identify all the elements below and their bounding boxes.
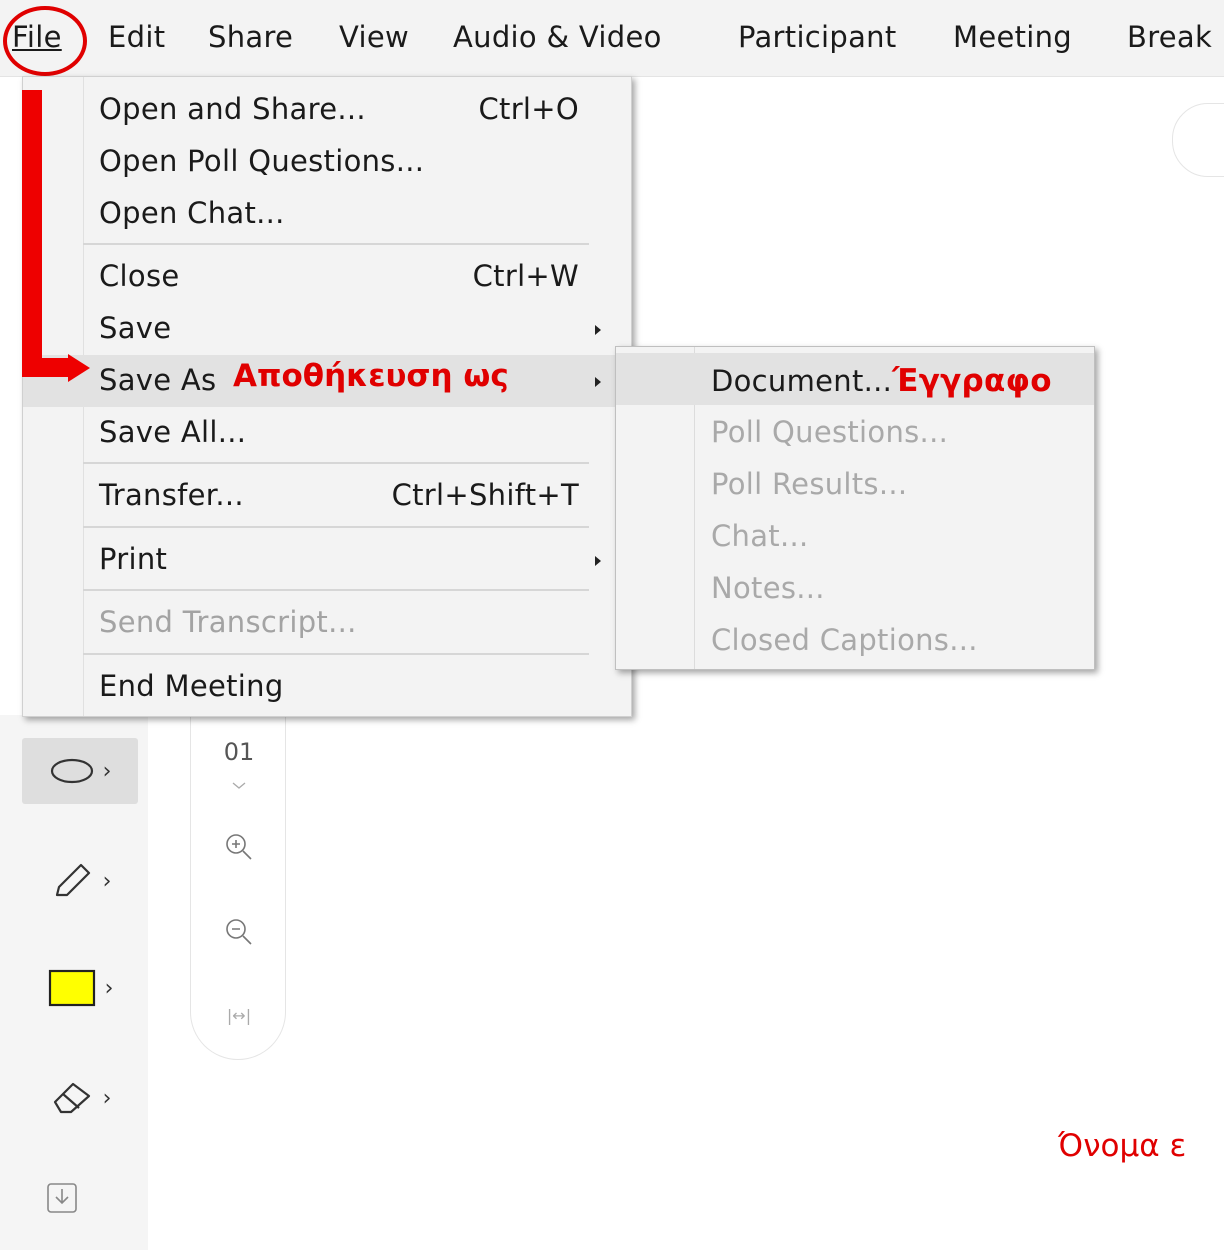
fit-width-button[interactable]: |↔| [191, 1006, 287, 1025]
document-label: Document... [711, 364, 893, 398]
menu-item-label: Open Poll Questions... [99, 144, 425, 178]
eraser-icon [53, 1082, 90, 1114]
menu-item-open-chat[interactable]: Open Chat... [23, 188, 631, 240]
menu-edit[interactable]: Edit [108, 20, 165, 54]
chevron-right-icon: › [104, 975, 114, 1001]
submenu-item-poll-results: Poll Results... [616, 457, 1094, 509]
annotation-toolbar: › › › › [0, 715, 148, 1250]
save-annotations-button[interactable] [22, 1165, 102, 1231]
submenu-arrow-icon [595, 556, 601, 566]
menu-bar: File Edit Share View Audio & Video Parti… [0, 0, 1224, 77]
submenu-item-label: Poll Results... [711, 467, 908, 501]
page-down-button[interactable] [191, 776, 287, 795]
submenu-item-notes: Notes... [616, 561, 1094, 613]
zoom-out-icon [226, 919, 252, 945]
chevron-right-icon: › [102, 1085, 112, 1111]
ellipse-tool[interactable]: › [22, 738, 138, 804]
menu-view[interactable]: View [339, 20, 409, 54]
chevron-right-icon: › [102, 868, 112, 894]
submenu-item-document[interactable]: Document...Έγγραφο [616, 353, 1094, 405]
menu-item-label: Save All... [99, 415, 247, 449]
chevron-right-icon: › [102, 758, 112, 784]
menu-separator [83, 653, 589, 655]
menu-item-open-and-share[interactable]: Open and Share... Ctrl+O [23, 84, 631, 136]
submenu-item-closed-captions: Closed Captions... [616, 613, 1094, 665]
menu-item-end-meeting[interactable]: End Meeting [23, 661, 631, 713]
file-highlight-circle [3, 6, 87, 76]
pencil-icon [55, 863, 90, 897]
menu-item-label: Save [99, 311, 172, 345]
menu-participant[interactable]: Participant [738, 20, 897, 54]
save-as-submenu: Document...Έγγραφο Poll Questions... Pol… [615, 346, 1095, 670]
file-menu: Open and Share... Ctrl+O Open Poll Quest… [22, 76, 632, 717]
download-icon [47, 1183, 77, 1213]
rectangle-tool[interactable]: › [22, 955, 138, 1021]
menu-separator [83, 526, 589, 528]
rectangle-icon [48, 969, 95, 1007]
menu-audio-video[interactable]: Audio & Video [453, 20, 662, 54]
menu-item-label: Open and Share... [99, 92, 366, 126]
menu-item-label: Send Transcript... [99, 605, 357, 639]
submenu-item-label: Chat... [711, 519, 809, 553]
menu-item-save-all[interactable]: Save All... [23, 407, 631, 459]
ellipse-icon [50, 758, 93, 784]
submenu-item-label: Notes... [711, 571, 825, 605]
menu-item-shortcut: Ctrl+O [478, 92, 579, 126]
menu-item-send-transcript: Send Transcript... [23, 597, 631, 649]
collapsed-panel-handle[interactable] [1172, 103, 1224, 177]
menu-breakout[interactable]: Break [1127, 20, 1212, 54]
menu-share[interactable]: Share [208, 20, 293, 54]
menu-item-transfer[interactable]: Transfer... Ctrl+Shift+T [23, 470, 631, 522]
menu-item-shortcut: Ctrl+W [472, 259, 579, 293]
filename-greek-annotation: Όνομα ε [1058, 1128, 1187, 1164]
annotation-arrow-horizontal [22, 358, 72, 377]
eraser-tool[interactable]: › [22, 1065, 138, 1131]
pen-tool[interactable]: › [22, 848, 138, 914]
menu-separator [83, 243, 589, 245]
menu-item-open-poll-questions[interactable]: Open Poll Questions... [23, 136, 631, 188]
zoom-in-icon [226, 834, 252, 860]
menu-item-label: Save As [99, 363, 217, 397]
submenu-item-label: Closed Captions... [711, 623, 978, 657]
document-greek-annotation: Έγγραφο [892, 363, 1052, 399]
page-zoom-panel: 01 |↔| [190, 690, 286, 1060]
menu-item-save[interactable]: Save [23, 303, 631, 355]
chevron-down-icon [232, 782, 246, 789]
menu-item-print[interactable]: Print [23, 534, 631, 586]
zoom-out-button[interactable] [191, 915, 287, 953]
arrow-right-icon [68, 354, 90, 382]
submenu-item-label: Poll Questions... [711, 415, 949, 449]
menu-item-close[interactable]: Close Ctrl+W [23, 251, 631, 303]
menu-separator [83, 462, 589, 464]
menu-separator [83, 589, 589, 591]
submenu-item-chat: Chat... [616, 509, 1094, 561]
submenu-arrow-icon [595, 377, 601, 387]
menu-item-label: Close [99, 259, 180, 293]
zoom-in-button[interactable] [191, 830, 287, 868]
menu-item-label: End Meeting [99, 669, 284, 703]
menu-item-label: Transfer... [99, 478, 244, 512]
submenu-arrow-icon [595, 325, 601, 335]
menu-meeting[interactable]: Meeting [953, 20, 1072, 54]
menu-item-label: Open Chat... [99, 196, 285, 230]
annotation-arrow-vertical [22, 90, 42, 370]
menu-item-label: Print [99, 542, 168, 576]
submenu-item-label: Document...Έγγραφο [711, 363, 1052, 399]
menu-item-shortcut: Ctrl+Shift+T [391, 478, 579, 512]
page-number: 01 [223, 738, 255, 766]
submenu-item-poll-questions: Poll Questions... [616, 405, 1094, 457]
menu-item-save-as[interactable]: Save As Αποθήκευση ως [23, 355, 631, 407]
save-as-greek-annotation: Αποθήκευση ως [233, 358, 509, 394]
